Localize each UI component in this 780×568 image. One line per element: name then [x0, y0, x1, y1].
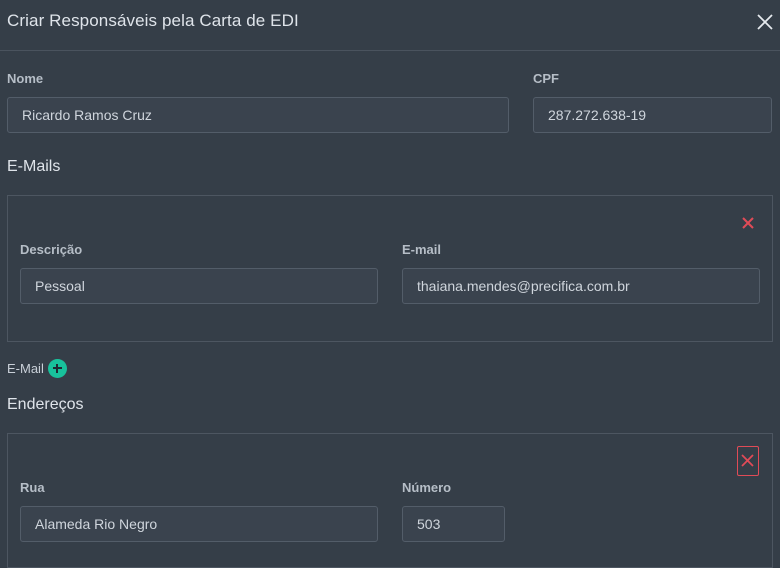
email-card: Descrição E-mail [7, 195, 773, 342]
email-label: E-mail [402, 242, 442, 257]
emails-section-title: E-Mails [7, 158, 61, 175]
nome-label: Nome [7, 71, 44, 86]
enderecos-section-title: Endereços [7, 396, 84, 413]
remove-endereco-button[interactable] [737, 446, 759, 476]
close-button[interactable] [755, 12, 775, 32]
remove-email-button[interactable] [740, 215, 756, 231]
cpf-label: CPF [533, 71, 559, 86]
numero-label: Número [402, 480, 452, 495]
nome-input[interactable] [7, 97, 509, 133]
rua-label: Rua [20, 480, 45, 495]
close-icon [757, 14, 773, 30]
remove-x-icon [741, 454, 754, 467]
numero-input[interactable] [402, 506, 505, 542]
plus-circle-icon[interactable] [47, 358, 67, 378]
remove-x-icon [742, 217, 754, 229]
rua-input[interactable] [20, 506, 378, 542]
cpf-input[interactable] [533, 97, 772, 133]
add-email-row: E-Mail [7, 358, 67, 378]
descricao-input[interactable] [20, 268, 378, 304]
add-email-label: E-Mail [7, 360, 44, 376]
email-input[interactable] [402, 268, 760, 304]
endereco-card: Rua Número [7, 433, 773, 568]
dialog-title: Criar Responsáveis pela Carta de EDI [7, 11, 299, 30]
descricao-label: Descrição [20, 242, 83, 257]
dialog-header: Criar Responsáveis pela Carta de EDI [0, 0, 780, 51]
